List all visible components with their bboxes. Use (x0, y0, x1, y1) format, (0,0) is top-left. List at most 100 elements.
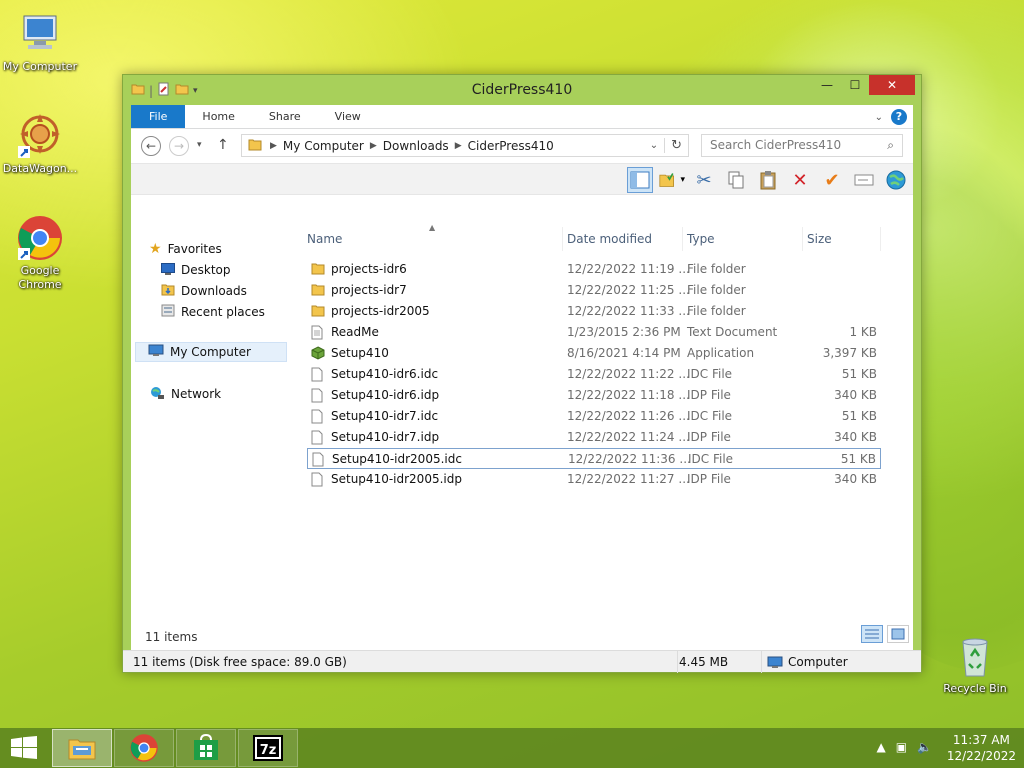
tab-home[interactable]: Home (185, 105, 251, 128)
computer-icon (16, 10, 64, 58)
breadcrumb-separator-icon[interactable]: ▶ (455, 141, 462, 151)
maximize-button[interactable]: ☐ (841, 75, 869, 95)
file-name: Setup410-idr6.idc (331, 367, 439, 381)
recent-places-icon (161, 304, 175, 320)
address-dropdown-icon[interactable]: ⌄ (650, 140, 658, 151)
taskbar: 7z ▲ ▣ 🔈 11:37 AM 12/22/2022 (0, 728, 1024, 768)
large-icons-view-icon[interactable] (887, 625, 909, 643)
ribbon-right: ⌄ ? (875, 109, 907, 125)
details-view-icon[interactable] (861, 625, 883, 643)
breadcrumb-separator-icon[interactable]: ▶ (370, 141, 377, 151)
file-row[interactable]: ReadMe 1/23/2015 2:36 PM Text Document 1 KB (307, 322, 881, 343)
start-button[interactable] (10, 736, 38, 760)
file-row[interactable]: projects-idr6 12/22/2022 11:19 ... File fo… (307, 259, 881, 280)
nav-label: Network (171, 387, 222, 401)
globe-icon[interactable] (883, 167, 909, 193)
file-row[interactable]: Setup410 8/16/2021 4:14 PM Application 3,39… (307, 343, 881, 364)
taskbar-store[interactable] (176, 729, 236, 767)
network-status-icon[interactable]: ▣ (896, 740, 907, 754)
column-header-type[interactable]: Type (683, 227, 803, 251)
breadcrumb-downloads[interactable]: Downloads (383, 139, 449, 153)
file-list: ▲ Name Date modified Type Size projects-… (303, 223, 885, 627)
volume-icon[interactable]: 🔈 (917, 740, 932, 754)
search-placeholder: Search CiderPress410 (710, 138, 842, 152)
show-hidden-icons-icon[interactable]: ▲ (876, 740, 885, 754)
desktop-icon-google-chrome[interactable]: Google Chrome (0, 214, 80, 292)
column-header-size[interactable]: Size (803, 227, 881, 251)
file-type: IDC File (688, 452, 734, 466)
nav-label: Downloads (181, 284, 247, 298)
organize-folder-icon[interactable]: ▾ (659, 167, 685, 193)
checkmark-icon[interactable]: ✔ (819, 167, 845, 193)
desktop-icon-recycle-bin[interactable]: Recycle Bin (935, 632, 1015, 696)
recent-locations-icon[interactable]: ▾ (197, 140, 202, 150)
title-bar[interactable]: | ▾ CiderPress410 — ☐ ✕ (123, 75, 921, 105)
address-bar[interactable]: ▶ My Computer ▶ Downloads ▶ CiderPress41… (241, 134, 689, 157)
file-size: 340 KB (834, 472, 877, 486)
nav-downloads[interactable]: Downloads (161, 281, 247, 301)
file-type: IDP File (687, 430, 731, 444)
window-body: File Home Share View ⌄ ? ← → ▾ ↑ ▶ My Co… (123, 105, 921, 673)
status-bar: 11 items (Disk free space: 89.0 GB) 4.45… (123, 650, 921, 673)
refresh-icon[interactable]: ↻ (664, 138, 688, 153)
taskbar-chrome[interactable] (114, 729, 174, 767)
file-row[interactable]: projects-idr2005 12/22/2022 11:33 ... File… (307, 301, 881, 322)
nav-recent-places[interactable]: Recent places (161, 302, 265, 322)
desktop-icon-my-computer[interactable]: My Computer (0, 10, 80, 74)
file-name: projects-idr2005 (331, 304, 430, 318)
breadcrumb-ciderpress410[interactable]: CiderPress410 (468, 139, 554, 153)
forward-button[interactable]: → (169, 136, 189, 156)
tab-file[interactable]: File (131, 105, 186, 128)
desktop-icon-datawagon[interactable]: DataWagon... (0, 112, 80, 176)
file-name: Setup410-idr7.idc (331, 409, 439, 423)
file-row[interactable]: Setup410-idr7.idp 12/22/2022 11:24 ... IDP… (307, 427, 881, 448)
nav-network[interactable]: Network (149, 384, 221, 404)
folder-icon (248, 138, 262, 154)
star-icon: ★ (149, 241, 162, 257)
file-icon (311, 388, 325, 403)
breadcrumb-separator-icon[interactable]: ▶ (270, 141, 277, 151)
file-name: Setup410-idr2005.idp (331, 472, 462, 486)
file-row[interactable]: Setup410-idr2005.idc 12/22/2022 11:36 ...… (307, 448, 881, 469)
downloads-icon (161, 283, 175, 299)
nav-label: Desktop (181, 263, 231, 277)
taskbar-7zip[interactable]: 7z (238, 729, 298, 767)
tab-view[interactable]: View (318, 105, 378, 128)
tab-share[interactable]: Share (252, 105, 318, 128)
column-header-name[interactable]: Name (303, 227, 563, 251)
paste-icon[interactable] (755, 167, 781, 193)
file-row[interactable]: Setup410-idr7.idc 12/22/2022 11:26 ... IDC… (307, 406, 881, 427)
back-button[interactable]: ← (141, 136, 161, 156)
desktop-icon-label: Google Chrome (18, 264, 62, 291)
chrome-icon (130, 734, 158, 762)
cut-icon[interactable]: ✂ (691, 167, 717, 193)
file-row[interactable]: Setup410-idr6.idp 12/22/2022 11:18 ... IDP… (307, 385, 881, 406)
search-input[interactable]: Search CiderPress410 ⌕ (701, 134, 903, 157)
file-date: 1/23/2015 2:36 PM (567, 325, 681, 339)
file-row[interactable]: projects-idr7 12/22/2022 11:25 ... File fo… (307, 280, 881, 301)
up-button[interactable]: ↑ (217, 137, 229, 153)
expand-ribbon-icon[interactable]: ⌄ (875, 112, 883, 123)
delete-icon[interactable]: ✕ (787, 167, 813, 193)
breadcrumb-my-computer[interactable]: My Computer (283, 139, 364, 153)
nav-favorites[interactable]: ★ Favorites (149, 239, 222, 259)
column-header-date[interactable]: Date modified (563, 227, 683, 251)
help-icon[interactable]: ? (891, 109, 907, 125)
file-type: IDC File (687, 409, 733, 423)
nav-my-computer[interactable]: My Computer (135, 342, 287, 362)
search-icon[interactable]: ⌕ (887, 135, 894, 156)
nav-desktop[interactable]: Desktop (161, 260, 231, 280)
file-row[interactable]: Setup410-idr6.idc 12/22/2022 11:22 ... IDC… (307, 364, 881, 385)
copy-icon[interactable] (723, 167, 749, 193)
nav-label: My Computer (170, 345, 251, 359)
file-name: Setup410 (331, 346, 389, 360)
close-button[interactable]: ✕ (869, 75, 915, 95)
rename-icon[interactable] (851, 167, 877, 193)
preview-pane-icon[interactable] (627, 167, 653, 193)
taskbar-file-explorer[interactable] (52, 729, 112, 767)
file-date: 12/22/2022 11:27 ... (567, 472, 690, 486)
clock[interactable]: 11:37 AM 12/22/2022 (947, 732, 1016, 764)
recycle-bin-icon (951, 632, 999, 680)
minimize-button[interactable]: — (813, 75, 841, 95)
file-row[interactable]: Setup410-idr2005.idp 12/22/2022 11:27 ...… (307, 469, 881, 490)
